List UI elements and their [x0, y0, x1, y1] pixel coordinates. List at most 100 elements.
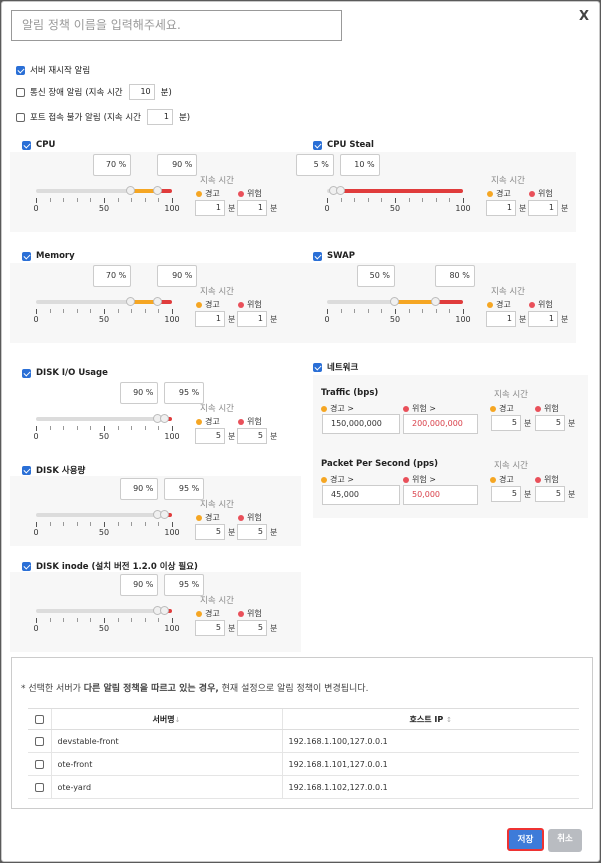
disk_inode-warn-pct-input[interactable]: 90 %: [120, 574, 159, 596]
disk-usage-checkbox[interactable]: [22, 465, 31, 475]
row-checkbox[interactable]: [34, 736, 44, 746]
pps-warn-minutes[interactable]: 5: [491, 486, 521, 502]
slider-normal-range: [36, 189, 132, 193]
comm-failure-duration-input[interactable]: 10: [128, 84, 155, 100]
server-restart-checkbox[interactable]: [16, 65, 25, 75]
slider-tick-label: 100: [164, 624, 180, 633]
swap-warn-minutes[interactable]: 1: [486, 311, 516, 327]
port-connect-duration-input[interactable]: 1: [146, 109, 173, 125]
slider-crit-handle[interactable]: [335, 186, 345, 195]
cpu_steal-crit-minutes[interactable]: 1: [528, 200, 558, 216]
server-restart-option[interactable]: 서버 재시작 알림: [16, 64, 90, 76]
table-row[interactable]: devstable-front 192.168.1.100,127.0.0.1: [28, 729, 579, 753]
network-option[interactable]: 네트워크: [313, 361, 358, 373]
swap-checkbox[interactable]: [313, 251, 322, 261]
pps-crit-minutes[interactable]: 5: [535, 486, 565, 502]
disk_usage-warn-minutes[interactable]: 5: [195, 524, 225, 540]
disk_io-crit-pct-input[interactable]: 95 %: [164, 382, 205, 404]
slider-tick: [117, 198, 119, 202]
disk-io-checkbox[interactable]: [22, 368, 31, 378]
slider-crit-handle[interactable]: [430, 297, 440, 306]
pps-warn-input[interactable]: 45,000: [322, 485, 400, 505]
table-row[interactable]: ote-yard 192.168.1.102,127.0.0.1: [28, 775, 579, 799]
cpu-warn-pct-input[interactable]: 70 %: [93, 154, 132, 176]
cancel-button[interactable]: 취소: [548, 829, 582, 852]
policy-name-input[interactable]: 알림 정책 이름을 입력해주세요.: [11, 10, 342, 41]
slider-tick: [36, 198, 37, 203]
disk_io-dur-crit-legend: 위험: [238, 416, 262, 427]
port-connect-checkbox[interactable]: [16, 112, 25, 122]
traffic-duration-title: 지속 시간: [494, 390, 528, 400]
cpu-checkbox[interactable]: [22, 140, 31, 150]
cpu-crit-pct-input[interactable]: 90 %: [157, 154, 198, 176]
pps-crit-input[interactable]: 50,000: [403, 485, 478, 505]
row-checkbox[interactable]: [34, 782, 44, 792]
traffic-warn-minutes[interactable]: 5: [491, 415, 521, 431]
memory-checkbox[interactable]: [22, 251, 31, 261]
slider-tick: [395, 198, 396, 203]
cpu_steal-crit-pct-input[interactable]: 10 %: [339, 154, 380, 176]
crit-dot-icon: [403, 476, 409, 483]
traffic-dur-crit-legend: 위험: [535, 403, 559, 414]
slider-tick: [90, 198, 92, 202]
cpu_steal-warn-minutes[interactable]: 1: [486, 200, 516, 216]
sort-icon: ↕: [446, 715, 452, 724]
save-button[interactable]: 저장: [507, 828, 544, 851]
memory-warn-pct-input[interactable]: 70 %: [93, 265, 132, 287]
port-connect-option[interactable]: 포트 접속 불가 알림 (지속 시간 1 분): [16, 109, 190, 125]
cpu-steal-option[interactable]: CPU Steal: [313, 140, 374, 150]
slider-tick-label: 0: [33, 528, 39, 537]
disk-usage-option[interactable]: DISK 사용량: [22, 464, 85, 476]
disk_inode-crit-pct-input[interactable]: 95 %: [164, 574, 205, 596]
swap-crit-pct-input[interactable]: 80 %: [434, 265, 475, 287]
swap-crit-minutes[interactable]: 1: [528, 311, 558, 327]
memory-option[interactable]: Memory: [22, 251, 75, 261]
warn-dot-icon: [321, 476, 327, 483]
traffic-warn-input[interactable]: 150,000,000: [322, 414, 400, 434]
traffic-crit-minutes[interactable]: 5: [535, 415, 565, 431]
traffic-crit-input[interactable]: 200,000,000: [403, 414, 478, 434]
minute-unit: 분: [228, 624, 236, 633]
select-all-checkbox[interactable]: [34, 714, 44, 724]
col-host-ip[interactable]: 호스트 IP ↕: [281, 708, 579, 730]
slider-tick: [144, 522, 146, 526]
minute-unit: 분: [568, 419, 576, 428]
memory-crit-minutes[interactable]: 1: [237, 311, 267, 327]
memory-dur-crit-legend: 위험: [238, 299, 262, 310]
col-server-name[interactable]: 서버명↓: [50, 708, 282, 730]
slider-tick: [408, 309, 410, 313]
pps-warn-legend: 경고 >: [321, 474, 354, 485]
close-icon[interactable]: X: [579, 9, 589, 24]
row-checkbox[interactable]: [34, 759, 44, 769]
crit-dot-icon: [403, 405, 409, 412]
network-checkbox[interactable]: [313, 362, 322, 372]
comm-failure-checkbox[interactable]: [16, 87, 25, 97]
disk-inode-checkbox[interactable]: [22, 561, 31, 571]
disk-io-option[interactable]: DISK I/O Usage: [22, 368, 108, 378]
cpu-warn-minutes[interactable]: 1: [195, 200, 225, 216]
cpu-crit-minutes[interactable]: 1: [237, 200, 267, 216]
slider-tick-label: 50: [98, 624, 110, 633]
cpu-steal-checkbox[interactable]: [313, 140, 322, 150]
cpu-option[interactable]: CPU: [22, 140, 55, 150]
disk-io-label: DISK I/O Usage: [36, 368, 108, 378]
swap-warn-pct-input[interactable]: 50 %: [357, 265, 395, 287]
disk_inode-crit-minutes[interactable]: 5: [237, 620, 267, 636]
disk_io-warn-pct-input[interactable]: 90 %: [120, 382, 159, 404]
disk-inode-option[interactable]: DISK inode (설치 버전 1.2.0 이상 필요): [22, 560, 198, 572]
table-row[interactable]: ote-front 192.168.1.101,127.0.0.1: [28, 752, 579, 776]
cpu_steal-warn-pct-input[interactable]: 5 %: [295, 154, 334, 176]
slider-tick-label: 100: [164, 204, 180, 213]
disk_io-crit-minutes[interactable]: 5: [237, 428, 267, 444]
disk_io-warn-minutes[interactable]: 5: [195, 428, 225, 444]
server-restart-label: 서버 재시작 알림: [30, 66, 91, 76]
memory-crit-pct-input[interactable]: 90 %: [157, 265, 198, 287]
disk_usage-crit-minutes[interactable]: 5: [237, 524, 267, 540]
disk_inode-warn-minutes[interactable]: 5: [195, 620, 225, 636]
swap-option[interactable]: SWAP: [313, 251, 355, 261]
slider-warn-handle[interactable]: [390, 297, 399, 306]
comm-failure-option[interactable]: 통신 장애 알림 (지속 시간 10 분): [16, 84, 172, 100]
memory-warn-minutes[interactable]: 1: [195, 311, 225, 327]
disk_usage-crit-pct-input[interactable]: 95 %: [164, 478, 205, 500]
disk_usage-warn-pct-input[interactable]: 90 %: [120, 478, 159, 500]
